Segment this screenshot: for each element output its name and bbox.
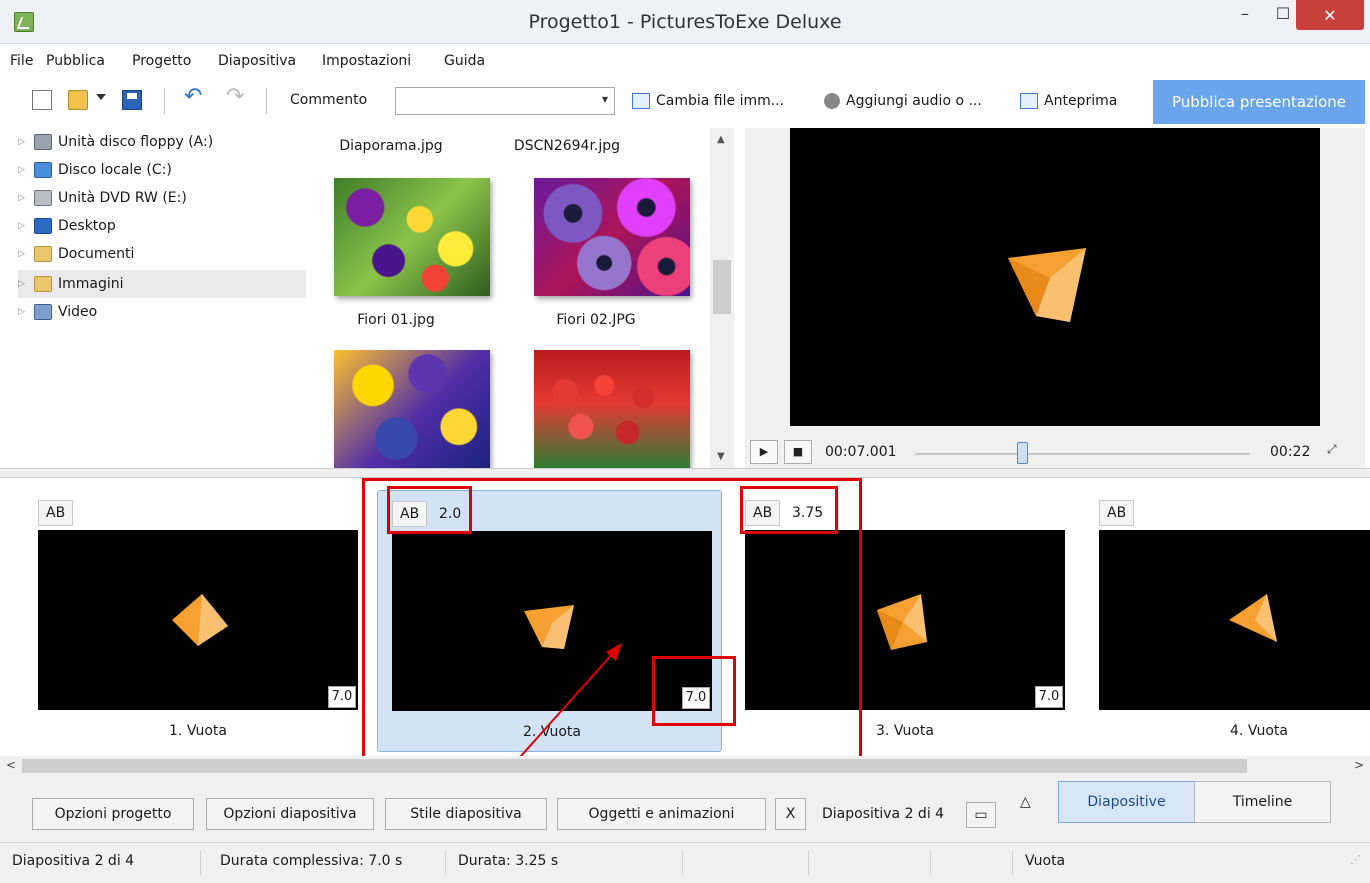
slide-counter: Diapositiva 2 di 4 [822,806,945,822]
status-separator [682,851,683,875]
status-duration: Durata: 3.25 s [458,853,559,869]
scroll-left-icon[interactable]: < [6,758,16,772]
status-separator [930,851,931,875]
project-options-button[interactable]: Opzioni progetto [32,798,194,830]
annotation-arrow [427,643,622,861]
objects-animations-button[interactable]: Oggetti e animazioni [557,798,766,830]
status-separator [445,851,446,875]
status-separator [808,851,809,875]
slide-options-button[interactable]: Opzioni diapositiva [206,798,374,830]
status-bar: Diapositiva 2 di 4 Durata complessiva: 7… [0,842,1370,883]
scroll-right-icon[interactable]: > [1354,758,1364,772]
status-slide: Diapositiva 2 di 4 [12,853,135,869]
status-separator [200,851,201,875]
tab-diapositive[interactable]: Diapositive [1058,781,1195,823]
status-total-duration: Durata complessiva: 7.0 s [220,853,403,869]
resize-grip-icon[interactable]: ⋰ [1350,853,1361,866]
slide-list-icon[interactable]: ▭ [966,802,996,828]
status-name: Vuota [1025,853,1066,869]
bottom-bar: Opzioni progetto Opzioni diapositiva Sti… [0,776,1370,842]
scrollbar-thumb[interactable] [22,759,1247,773]
status-separator [1012,851,1013,875]
slide-style-button[interactable]: Stile diapositiva [385,798,547,830]
tab-timeline[interactable]: Timeline [1194,781,1331,823]
collapse-icon[interactable]: △ [1020,794,1031,810]
slides-scrollbar[interactable]: < > [0,756,1370,776]
x-button[interactable]: X [775,798,806,830]
